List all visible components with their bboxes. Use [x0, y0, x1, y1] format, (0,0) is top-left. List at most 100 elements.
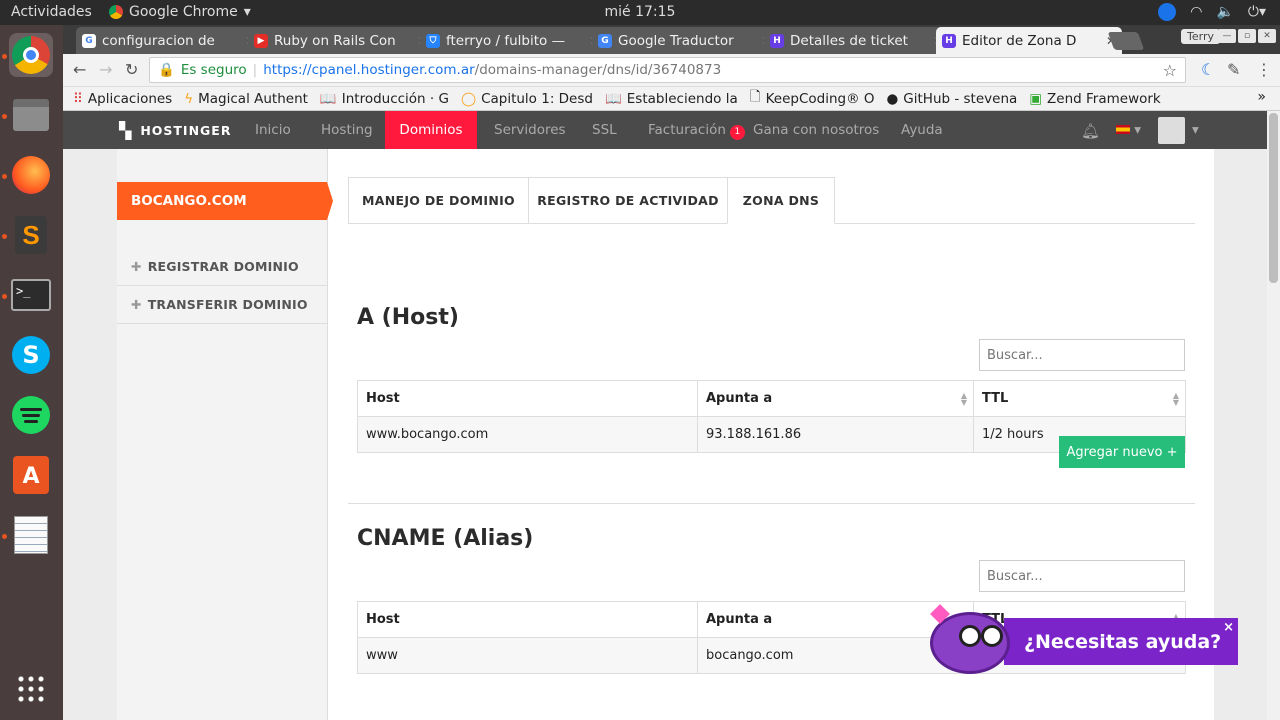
- reload-icon[interactable]: ↻: [125, 60, 138, 79]
- bookmark-item[interactable]: ▣ Zend Framework: [1029, 91, 1160, 107]
- hostinger-logo[interactable]: ▚ HOSTINGER: [119, 121, 231, 140]
- maximize-icon[interactable]: ▫: [1238, 29, 1256, 43]
- tab-manejo-dominio[interactable]: MANEJO DE DOMINIO: [348, 177, 529, 224]
- nav-dominios[interactable]: Dominios: [385, 111, 477, 155]
- plus-icon: ✚: [131, 297, 142, 312]
- nav-facturacion[interactable]: Facturación 1: [648, 122, 745, 140]
- site-navbar: ▚ HOSTINGER Inicio Hosting Dominios Servi…: [63, 111, 1280, 155]
- bookmark-item[interactable]: ● GitHub - stevena: [887, 91, 1018, 107]
- volume-icon[interactable]: 🔈: [1216, 4, 1233, 20]
- back-icon[interactable]: ←: [73, 60, 86, 79]
- language-flag-icon[interactable]: ▾: [1116, 122, 1141, 138]
- firefox-launcher-icon[interactable]: [9, 153, 53, 197]
- show-apps-icon[interactable]: [9, 667, 53, 711]
- nav-inicio[interactable]: Inicio: [255, 122, 291, 138]
- minimize-icon[interactable]: —: [1218, 29, 1236, 43]
- launcher-dock: S >_ S A: [0, 25, 63, 720]
- scrollbar-thumb[interactable]: [1269, 113, 1278, 283]
- browser-tab[interactable]: HDetalles de ticket✕: [764, 27, 950, 54]
- table-cell: 93.188.161.86: [697, 416, 974, 453]
- chevron-down-icon[interactable]: ▾: [1192, 122, 1199, 138]
- column-header[interactable]: TTL▲▼: [973, 380, 1186, 417]
- address-bar[interactable]: 🔒 Es seguro | https://cpanel.hostinger.c…: [149, 57, 1186, 83]
- web-page: ▚ HOSTINGER Inicio Hosting Dominios Servi…: [63, 111, 1280, 720]
- bookmarks-bar: ⠿ Aplicaciones ϟ Magical Authent 📖 Introduc…: [63, 87, 1280, 111]
- page-icon: 🗋: [749, 89, 761, 105]
- system-tray[interactable]: ◠ 🔈 ⏻▾: [1158, 3, 1266, 21]
- sublime-launcher-icon[interactable]: S: [9, 213, 53, 257]
- mascot-icon: [930, 604, 1010, 674]
- wifi-icon[interactable]: ◠: [1190, 4, 1202, 20]
- bookmark-item[interactable]: ϟ Magical Authent: [184, 91, 308, 107]
- nav-gana[interactable]: Gana con nosotros: [753, 122, 879, 138]
- sidebar-item-registrar[interactable]: ✚ REGISTRAR DOMINIO: [131, 259, 299, 274]
- search-input-cname[interactable]: [979, 560, 1185, 592]
- page-scrollbar[interactable]: [1267, 111, 1280, 720]
- column-header[interactable]: Host: [357, 380, 698, 417]
- tab-registro-actividad[interactable]: REGISTRO DE ACTIVIDAD: [528, 177, 728, 224]
- add-record-button[interactable]: Agregar nuevo +: [1059, 436, 1185, 468]
- bookmark-star-icon[interactable]: ☆: [1163, 61, 1177, 80]
- system-top-bar: Actividades Google Chrome ▾ mié 17:15 ◠ 🔈…: [0, 0, 1280, 25]
- chrome-launcher-icon[interactable]: [9, 33, 53, 77]
- bookmark-item[interactable]: ⠿ Aplicaciones: [73, 91, 172, 107]
- tab-zona-dns[interactable]: ZONA DNS: [727, 177, 835, 224]
- book-icon: 📖: [604, 90, 622, 107]
- column-header[interactable]: Host: [357, 601, 698, 638]
- current-domain[interactable]: BOCANGO.COM: [117, 182, 333, 220]
- sort-icon[interactable]: ▲▼: [961, 392, 967, 407]
- nav-ssl[interactable]: SSL: [592, 122, 617, 138]
- nav-servidores[interactable]: Servidores: [494, 122, 566, 138]
- nav-ayuda[interactable]: Ayuda: [901, 122, 943, 138]
- browser-tab[interactable]: Gconfiguracion de ✕: [76, 27, 262, 54]
- table-cell: www: [357, 637, 698, 674]
- sort-icon[interactable]: ▲▼: [1173, 392, 1179, 407]
- bookmark-item[interactable]: 🗋 KeepCoding® O: [750, 87, 875, 110]
- search-input-a[interactable]: [979, 339, 1185, 371]
- domain-sidebar: BOCANGO.COM ✚ REGISTRAR DOMINIO ✚ TRANSFER…: [117, 149, 333, 720]
- domain-tabs: MANEJO DE DOMINIO REGISTRO DE ACTIVIDAD …: [348, 177, 1195, 224]
- help-widget[interactable]: ¿Necesitas ayuda? ×: [924, 604, 1238, 674]
- skype-launcher-icon[interactable]: S: [9, 333, 53, 377]
- menu-icon[interactable]: ⋮: [1256, 60, 1272, 79]
- app-menu[interactable]: Google Chrome ▾: [109, 4, 251, 20]
- column-header[interactable]: Apunta a▲▼: [697, 380, 974, 417]
- browser-tab-active[interactable]: HEditor de Zona D✕: [936, 27, 1122, 54]
- terminal-launcher-icon[interactable]: >_: [9, 273, 53, 317]
- secure-label: Es seguro: [180, 62, 247, 78]
- bookmark-item[interactable]: 📖 Estableciendo la: [605, 91, 738, 107]
- more-bookmarks-icon[interactable]: »: [1257, 89, 1266, 105]
- extension-icon[interactable]: ☾: [1201, 60, 1215, 79]
- browser-tab[interactable]: ▶Ruby on Rails Con✕: [248, 27, 434, 54]
- table-cell: www.bocango.com: [357, 416, 698, 453]
- bell-icon[interactable]: 🔔︎: [1081, 122, 1100, 140]
- close-icon[interactable]: ×: [1223, 620, 1234, 635]
- close-window-icon[interactable]: ✕: [1258, 29, 1276, 43]
- window-controls: — ▫ ✕: [1218, 29, 1276, 43]
- software-center-launcher-icon[interactable]: A: [9, 453, 53, 497]
- files-launcher-icon[interactable]: [9, 93, 53, 137]
- spotify-launcher-icon[interactable]: [9, 393, 53, 437]
- nav-hosting[interactable]: Hosting: [321, 122, 373, 138]
- github-icon: ●: [886, 90, 899, 107]
- url-path: /domains-manager/dns/id/36740873: [474, 62, 722, 78]
- help-chat-button[interactable]: ¿Necesitas ayuda? ×: [1004, 618, 1238, 665]
- avatar[interactable]: [1158, 117, 1185, 144]
- power-icon[interactable]: ⏻▾: [1248, 4, 1266, 20]
- browser-tab[interactable]: ⛉fterryo / fulbito —✕: [420, 27, 606, 54]
- eyedropper-icon[interactable]: ✎: [1227, 60, 1240, 79]
- chevron-down-icon: ▾: [243, 4, 251, 20]
- network-icon[interactable]: [1158, 3, 1177, 21]
- activities-button[interactable]: Actividades: [11, 4, 92, 20]
- forward-icon[interactable]: →: [99, 60, 112, 79]
- book-icon: 📖: [319, 90, 337, 107]
- text-editor-launcher-icon[interactable]: [9, 513, 53, 557]
- profile-button[interactable]: Terry: [1181, 29, 1220, 44]
- new-tab-button[interactable]: [1107, 32, 1145, 50]
- bookmark-item[interactable]: 📖 Introducción · G: [320, 91, 449, 107]
- browser-tab[interactable]: GGoogle Traductor✕: [592, 27, 778, 54]
- bookmark-item[interactable]: ◯ Capitulo 1: Desd: [461, 91, 593, 107]
- circle-icon: ◯: [460, 90, 477, 107]
- sidebar-item-transferir[interactable]: ✚ TRANSFERIR DOMINIO: [131, 297, 308, 312]
- section-title-a: A (Host): [357, 305, 459, 330]
